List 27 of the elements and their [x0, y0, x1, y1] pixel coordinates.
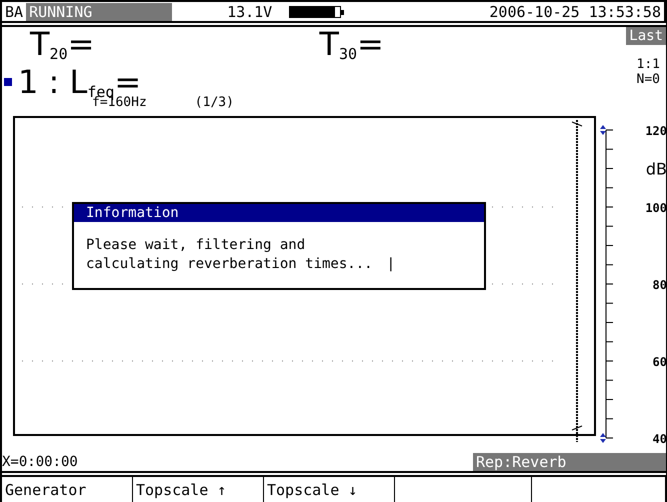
- channel-marker-icon: [4, 78, 12, 86]
- mode-label: BA: [4, 2, 24, 21]
- last-label: Last: [626, 27, 666, 46]
- tick-label: 120: [645, 124, 666, 138]
- count-value: N=0: [636, 72, 660, 88]
- voltage-reading: 13.1V: [226, 2, 274, 21]
- run-state: RUNNING: [26, 2, 172, 21]
- axis-unit: dB: [646, 159, 666, 178]
- dialog-message: Please wait, filtering and calculating reverberation times...: [86, 236, 373, 274]
- tick-label: 100: [645, 200, 666, 215]
- tick-label: 60: [652, 354, 666, 369]
- report-mode-bar: Rep:Reverb: [473, 453, 666, 472]
- up-down-arrow-icon[interactable]: [600, 432, 606, 443]
- t30-result: T$_{30}$=: [319, 27, 384, 62]
- ratio-value: 1:1: [636, 57, 660, 72]
- date-time: 2006-10-25 13:53:58: [488, 2, 662, 21]
- tick-label: 80: [652, 278, 666, 292]
- cursor-line[interactable]: [572, 120, 582, 442]
- cursor-position: X=0:00:00: [2, 453, 78, 472]
- busy-spinner: |: [386, 254, 396, 274]
- battery-icon: [289, 6, 342, 18]
- t20-result: T$_{20}$=: [30, 27, 94, 62]
- blank-softkey[interactable]: [531, 476, 666, 502]
- dialog-title: Information: [74, 204, 484, 222]
- page-indicator: (1/3): [194, 95, 234, 110]
- tick-label: 40: [652, 432, 666, 446]
- up-down-arrow-icon[interactable]: [600, 124, 606, 135]
